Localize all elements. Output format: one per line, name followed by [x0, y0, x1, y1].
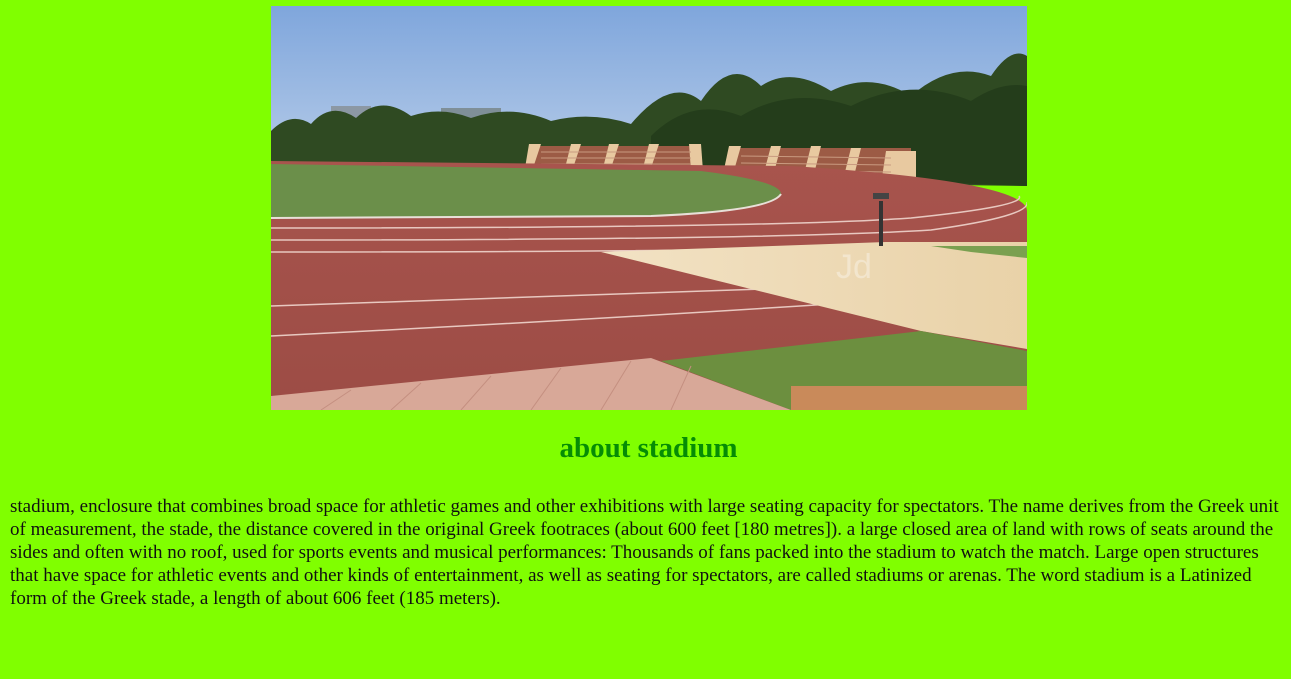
stadium-description: stadium, enclosure that combines broad s…: [10, 496, 1279, 609]
stadium-image: Jd: [271, 6, 1027, 410]
watermark-text: Jd: [836, 248, 872, 286]
stadium-photo: Jd: [271, 6, 1027, 410]
infield-grass: [271, 164, 781, 218]
page-heading: about stadium: [559, 432, 738, 464]
